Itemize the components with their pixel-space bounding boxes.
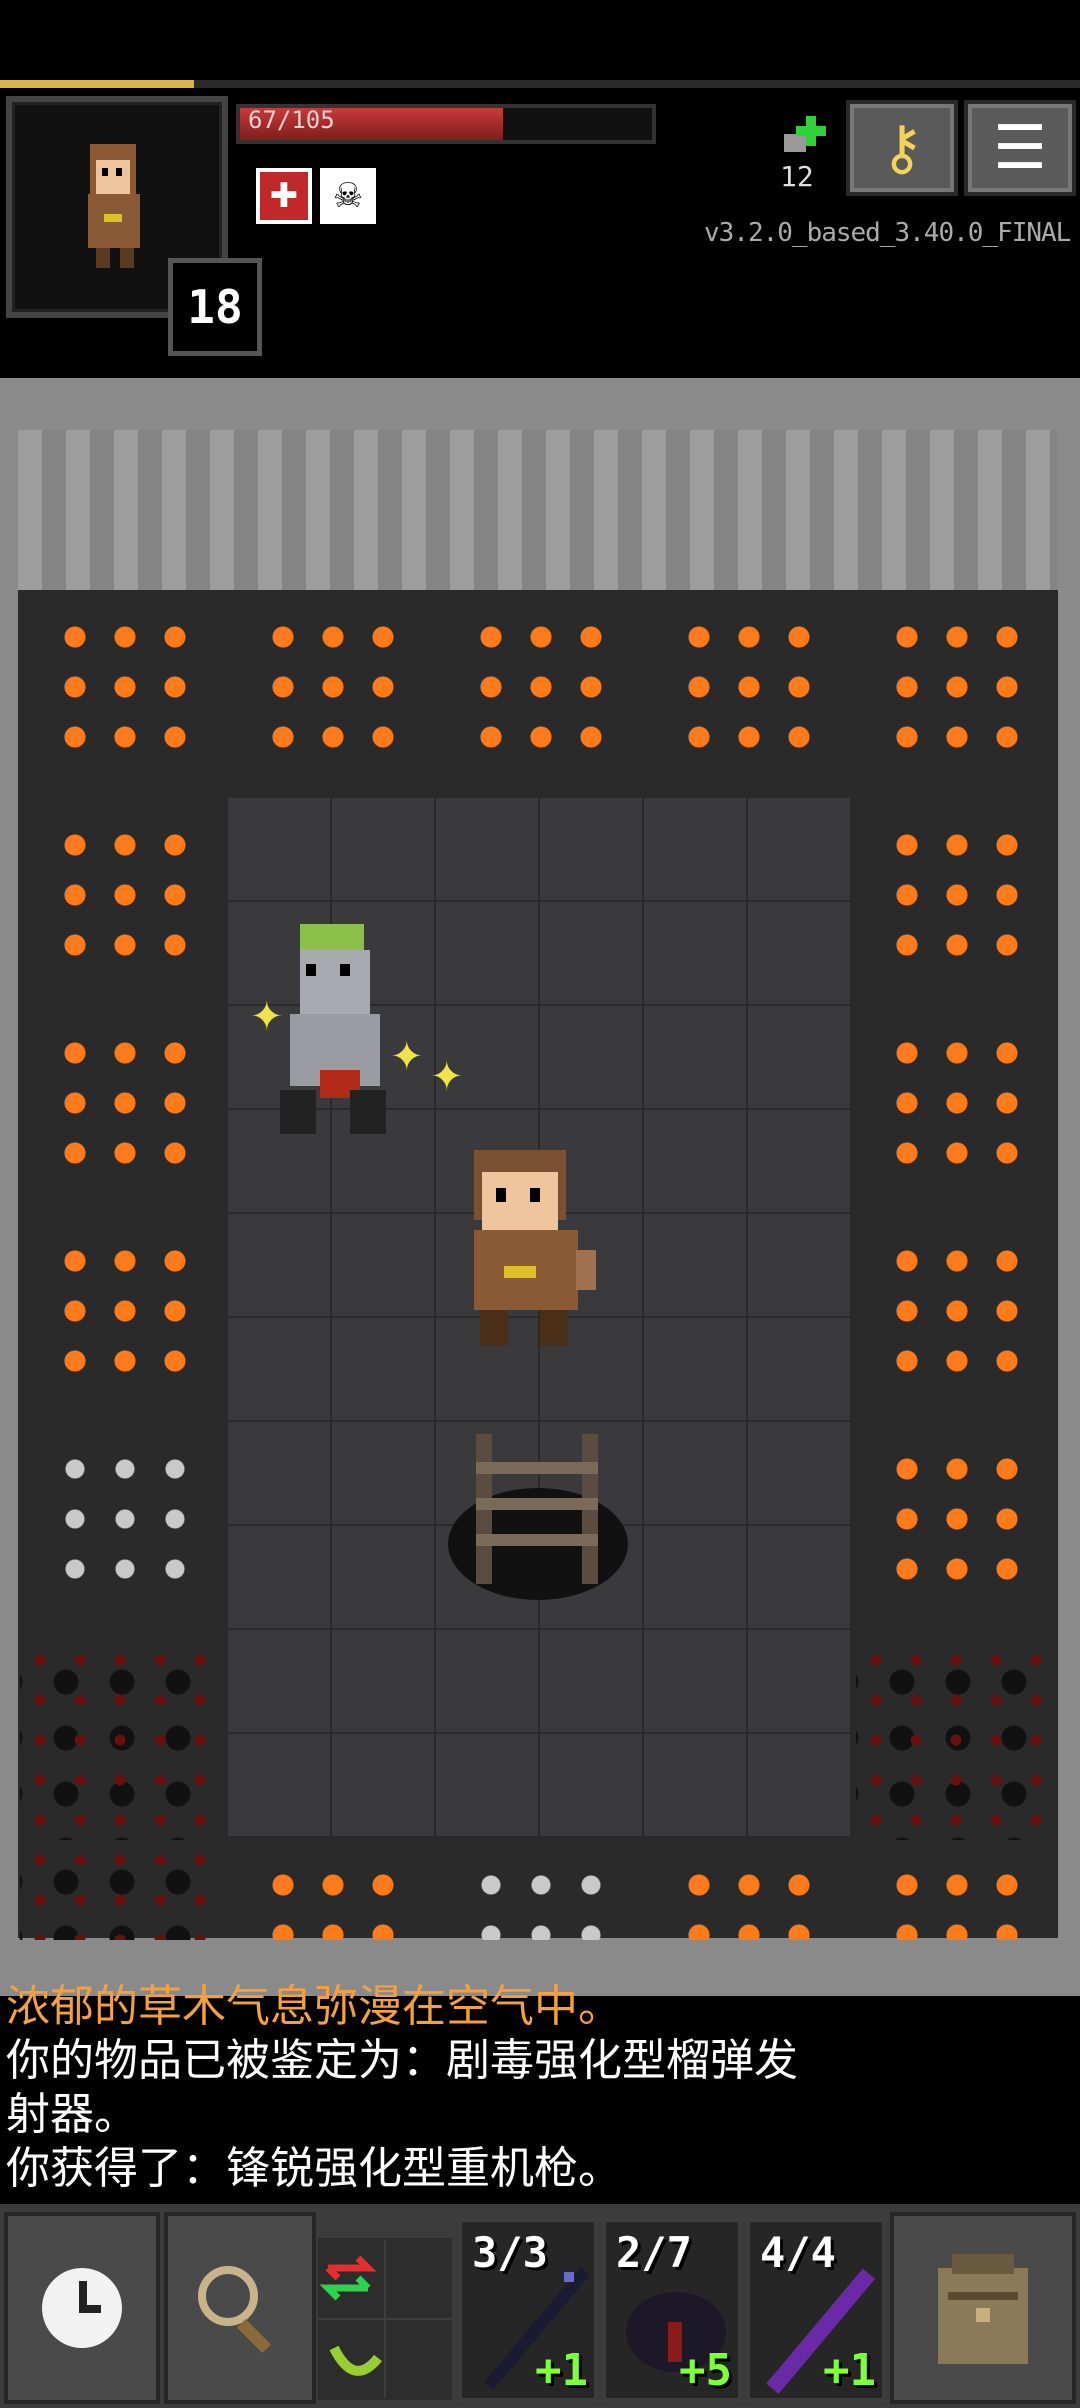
clock-icon xyxy=(42,2268,122,2348)
ember-tile xyxy=(882,820,1032,970)
wait-button[interactable] xyxy=(4,2212,160,2404)
cold-ember-tile xyxy=(466,1860,616,1940)
exit-ladder-icon[interactable] xyxy=(446,1434,630,1602)
ember-tile xyxy=(50,612,200,762)
magnifier-icon xyxy=(198,2266,271,2353)
ember-tile xyxy=(882,612,1032,762)
swap-icon xyxy=(318,2240,452,2398)
cold-ember-tile xyxy=(50,1444,200,1594)
hp-text: 67/105 xyxy=(248,106,335,134)
search-button[interactable] xyxy=(164,2212,316,2404)
quickslot-bonus: +1 xyxy=(823,2345,876,2396)
quickslot-count: 3/3 xyxy=(472,2228,548,2277)
message-log: 浓郁的草木气息弥漫在空气中。 你的物品已被鉴定为：剧毒强化型榴弹发 射器。 你获… xyxy=(6,1980,1066,2196)
log-line: 你的物品已被鉴定为：剧毒强化型榴弹发 射器。 xyxy=(6,2035,798,2140)
challenge-count: 12 xyxy=(780,160,814,193)
quickslot-count: 4/4 xyxy=(760,2228,836,2277)
skull-icon[interactable]: ☠ xyxy=(320,168,376,224)
blood-stain xyxy=(20,1640,220,1840)
ember-tile xyxy=(258,1860,408,1940)
ember-tile xyxy=(50,820,200,970)
depth-indicator: 18 xyxy=(168,258,262,356)
journal-button[interactable]: ⚷ xyxy=(846,100,958,196)
challenge-icon xyxy=(784,116,826,152)
stone-wall xyxy=(18,430,1058,590)
ember-tile xyxy=(882,1028,1032,1178)
hero-character[interactable] xyxy=(460,1150,620,1350)
version-label: v3.2.0_based_3.40.0_FINAL xyxy=(704,218,1071,248)
quickslot-3[interactable]: 4/4 +1 xyxy=(746,2218,886,2402)
ember-tile xyxy=(882,1444,1032,1594)
quickslot-1[interactable]: 3/3 +1 xyxy=(458,2218,598,2402)
log-line: 你获得了：锋锐强化型重机枪。 xyxy=(6,2143,622,2194)
zombie-enemy[interactable]: ✦ ✦ ✦ xyxy=(250,920,480,1140)
quickslot-bonus: +1 xyxy=(535,2345,588,2396)
ember-tile xyxy=(466,612,616,762)
svg-text:✦: ✦ xyxy=(250,994,284,1040)
xp-bar-fill xyxy=(0,80,195,88)
blood-stain xyxy=(20,1840,220,1940)
quickslot-bonus: +5 xyxy=(679,2345,732,2396)
ember-tile xyxy=(50,1028,200,1178)
backpack-icon xyxy=(938,2254,1028,2364)
ember-tile xyxy=(674,1860,824,1940)
quickslot-count: 2/7 xyxy=(616,2228,692,2277)
svg-text:✦: ✦ xyxy=(390,1034,424,1080)
quickslot-2[interactable]: 2/7 +5 xyxy=(602,2218,742,2402)
log-line: 浓郁的草木气息弥漫在空气中。 xyxy=(6,1981,622,2032)
menu-button[interactable]: ☰ xyxy=(964,100,1076,196)
ember-tile xyxy=(882,1236,1032,1386)
key-icon: ⚷ xyxy=(880,113,924,183)
ember-tile xyxy=(674,612,824,762)
blood-stain xyxy=(856,1640,1056,1840)
ember-tile xyxy=(258,612,408,762)
menu-icon: ☰ xyxy=(993,113,1047,183)
ember-tile xyxy=(50,1236,200,1386)
ember-tile xyxy=(882,1860,1032,1940)
swap-weapons-cell[interactable] xyxy=(318,2238,452,2400)
regeneration-icon[interactable]: ✚ xyxy=(256,168,312,224)
svg-text:✦: ✦ xyxy=(430,1054,464,1100)
backpack-button[interactable] xyxy=(890,2212,1076,2404)
